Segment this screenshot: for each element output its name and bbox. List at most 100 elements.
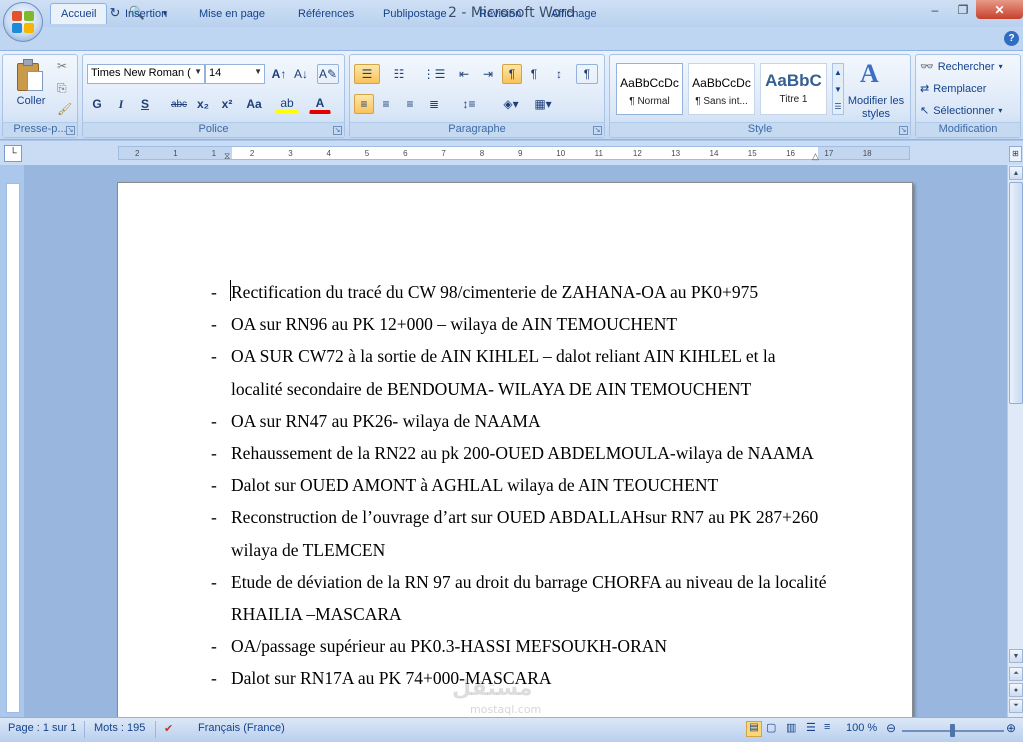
vertical-scrollbar[interactable]: ▲ ▼ ⏶ ● ⏷ — [1007, 165, 1023, 717]
close-button[interactable]: ✕ — [976, 0, 1023, 19]
scroll-down-icon[interactable]: ▼ — [1009, 649, 1023, 663]
align-left-button[interactable]: ≡ — [354, 94, 374, 114]
change-case-button[interactable]: Aa — [241, 94, 267, 114]
tab-revision[interactable]: Révision — [469, 3, 531, 24]
print-layout-icon[interactable]: ▤ — [746, 721, 762, 737]
scroll-thumb[interactable] — [1009, 182, 1023, 404]
list-item[interactable]: OA sur RN47 au PK26- wilaya de NAAMA — [207, 405, 827, 437]
zoom-out-icon[interactable]: ⊖ — [886, 721, 896, 735]
underline-button[interactable]: S — [135, 94, 155, 114]
ruler-tick: 4 — [326, 149, 331, 158]
select-button[interactable]: ↖ Sélectionner ▾ — [920, 104, 1002, 118]
copy-icon[interactable]: ⎘ — [57, 81, 67, 96]
format-painter-icon[interactable]: 🖌 — [57, 102, 72, 116]
style-sans-interligne[interactable]: AaBbCcDc ¶ Sans int... — [688, 63, 755, 115]
zoom-in-icon[interactable]: ⊕ — [1006, 721, 1016, 735]
proofing-icon[interactable]: ✔ — [164, 722, 173, 735]
paste-icon[interactable] — [15, 59, 45, 93]
ruler-tick: 6 — [403, 149, 408, 158]
language-status[interactable]: Français (France) — [198, 722, 285, 734]
scroll-up-icon[interactable]: ▲ — [1009, 166, 1023, 180]
justify-button[interactable]: ≣ — [424, 94, 444, 114]
list-item[interactable]: OA/passage supérieur au PK0.3-HASSI MEFS… — [207, 630, 827, 662]
zoom-slider-thumb[interactable] — [950, 724, 955, 737]
decrease-indent-button[interactable]: ⇤ — [454, 64, 474, 84]
modify-styles-button[interactable]: Modifier les styles — [846, 95, 906, 121]
right-indent-marker-icon[interactable]: △ — [812, 151, 819, 162]
bullets-button[interactable]: ☰ — [354, 64, 380, 84]
tab-accueil[interactable]: Accueil — [50, 3, 108, 24]
full-screen-icon[interactable]: ▢ — [766, 721, 776, 734]
clipboard-launcher-icon[interactable]: ↘ — [66, 126, 75, 135]
borders-button[interactable]: ▦▾ — [528, 94, 558, 114]
tab-publipostage[interactable]: Publipostage — [373, 3, 457, 24]
view-ruler-icon[interactable]: ⊞ — [1009, 146, 1022, 162]
editing-group: 👓 Rechercher ▾ ⇄ Remplacer ↖ Sélectionner ▾ M… — [915, 54, 1021, 138]
restore-button[interactable]: ❐ — [950, 0, 976, 19]
previous-page-icon[interactable]: ⏶ — [1009, 667, 1023, 681]
increase-indent-button[interactable]: ⇥ — [478, 64, 498, 84]
highlight-button[interactable]: ab — [275, 94, 299, 114]
horizontal-ruler[interactable]: 2 1 1 2 3 4 5 6 7 8 9 10 11 12 13 14 15 16 17 18 — [118, 146, 910, 160]
list-item[interactable]: Rectification du tracé du CW 98/cimenter… — [207, 276, 827, 308]
font-size-combo[interactable]: 14 ▼ — [205, 64, 265, 84]
list-item[interactable]: OA SUR CW72 à la sortie de AIN KIHLEL – … — [207, 340, 827, 404]
line-spacing-button[interactable]: ↕≡ — [454, 94, 484, 114]
bold-button[interactable]: G — [87, 94, 107, 114]
tab-references[interactable]: Références — [288, 3, 364, 24]
ribbon: Coller ✂ ⎘ 🖌 Presse-p... ↘ Times New Rom… — [0, 50, 1023, 140]
style-normal[interactable]: AaBbCcDc ¶ Normal — [616, 63, 683, 115]
help-icon[interactable]: ? — [1004, 31, 1019, 46]
numbering-button[interactable]: ☷ — [386, 64, 412, 84]
list-item[interactable]: Dalot sur OUED AMONT à AGHLAL wilaya de … — [207, 469, 827, 501]
draft-icon[interactable]: ≡ — [824, 721, 830, 733]
document-page[interactable]: Rectification du tracé du CW 98/cimenter… — [117, 182, 913, 717]
next-page-icon[interactable]: ⏷ — [1009, 699, 1023, 713]
list-item[interactable]: OA sur RN96 au PK 12+000 – wilaya de AIN… — [207, 308, 827, 340]
zoom-level[interactable]: 100 % — [846, 722, 877, 734]
subscript-button[interactable]: x₂ — [193, 94, 213, 114]
tab-mise-en-page[interactable]: Mise en page — [189, 3, 275, 24]
list-item[interactable]: Rehaussement de la RN22 au pk 200-OUED A… — [207, 437, 827, 469]
shrink-font-button[interactable]: A↓ — [291, 64, 311, 84]
browse-object-icon[interactable]: ● — [1009, 683, 1023, 697]
show-marks-button[interactable]: ¶ — [576, 64, 598, 84]
paragraph-launcher-icon[interactable]: ↘ — [593, 126, 602, 135]
sort-button[interactable]: ↕ — [548, 64, 570, 84]
paste-button[interactable]: Coller — [5, 95, 57, 107]
styles-launcher-icon[interactable]: ↘ — [899, 126, 908, 135]
word-count[interactable]: Mots : 195 — [94, 722, 145, 734]
indent-marker-icon[interactable]: ⧖ — [224, 151, 230, 162]
list-item[interactable]: Etude de déviation de la RN 97 au droit … — [207, 566, 827, 630]
font-name-combo[interactable]: Times New Roman (▼ — [87, 64, 205, 84]
grow-font-button[interactable]: A↑ — [269, 64, 289, 84]
align-center-button[interactable]: ≡ — [376, 94, 396, 114]
styles-scroll-icon[interactable]: ▲ ▼ ☰ — [832, 63, 844, 115]
web-layout-icon[interactable]: ▥ — [786, 721, 796, 734]
clear-format-button[interactable]: A✎ — [317, 64, 339, 84]
find-button[interactable]: 👓 Rechercher ▾ — [920, 60, 1003, 74]
font-color-button[interactable]: A — [309, 94, 331, 114]
rtl-direction-button[interactable]: ¶ — [502, 64, 522, 84]
ltr-direction-button[interactable]: ¶ — [524, 64, 544, 84]
tab-stop-selector[interactable]: └ — [4, 145, 22, 162]
italic-button[interactable]: I — [111, 94, 131, 114]
multilevel-list-button[interactable]: ⋮☰ — [420, 64, 448, 84]
shading-button[interactable]: ◈▾ — [494, 94, 528, 114]
tab-insertion[interactable]: Insertion — [115, 3, 177, 24]
font-launcher-icon[interactable]: ↘ — [333, 126, 342, 135]
list-item[interactable]: Reconstruction de l’ouvrage d’art sur OU… — [207, 501, 827, 565]
style-titre-1[interactable]: AaBbC Titre 1 — [760, 63, 827, 115]
page-count[interactable]: Page : 1 sur 1 — [8, 722, 77, 734]
outline-icon[interactable]: ☰ — [806, 721, 816, 734]
superscript-button[interactable]: x² — [217, 94, 237, 114]
strikethrough-button[interactable]: abc — [167, 94, 191, 114]
office-button[interactable] — [3, 2, 43, 42]
minimize-button[interactable]: – — [922, 0, 948, 19]
replace-button[interactable]: ⇄ Remplacer — [920, 82, 986, 96]
tab-affichage[interactable]: Affichage — [541, 3, 607, 24]
ruler-tick: 10 — [556, 149, 566, 158]
cut-icon[interactable]: ✂ — [57, 59, 67, 73]
vertical-ruler[interactable] — [6, 183, 20, 713]
align-right-button[interactable]: ≡ — [400, 94, 420, 114]
